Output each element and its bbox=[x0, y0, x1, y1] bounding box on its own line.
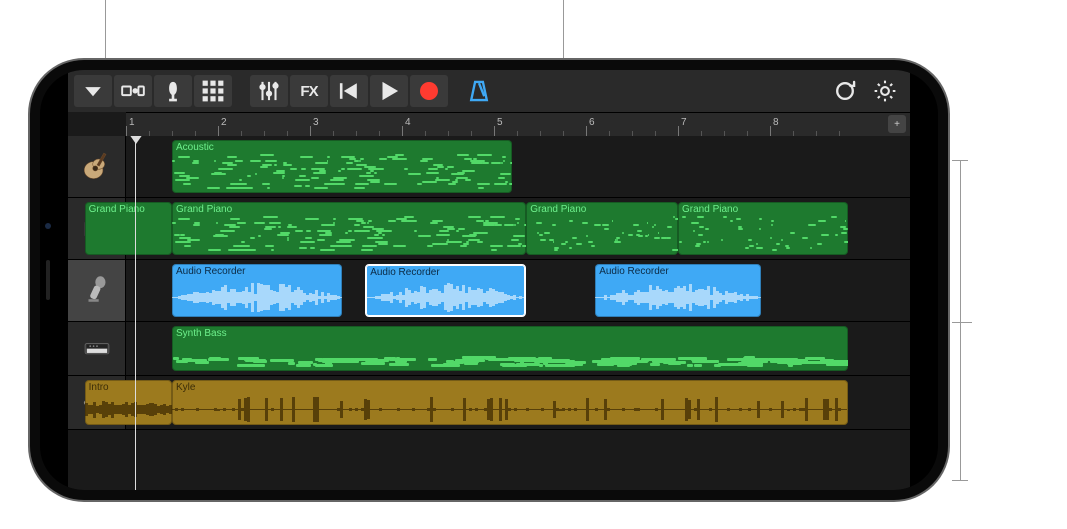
region[interactable]: Acoustic bbox=[172, 140, 512, 193]
control-bar: FX bbox=[68, 70, 910, 112]
track-row[interactable]: Synth Bass bbox=[68, 322, 910, 376]
region-label: Synth Bass bbox=[176, 328, 227, 339]
region[interactable]: Audio Recorder bbox=[172, 264, 342, 317]
loop-button[interactable] bbox=[826, 75, 864, 107]
track-lane[interactable]: Audio Recorder Audio Recorder Audio Record… bbox=[126, 260, 910, 321]
region-label: Audio Recorder bbox=[370, 267, 439, 278]
play-button[interactable] bbox=[370, 75, 408, 107]
callout-right-bot bbox=[952, 480, 968, 481]
region[interactable]: Audio Recorder bbox=[595, 264, 761, 317]
region-label: Kyle bbox=[176, 382, 195, 393]
region-label: Grand Piano bbox=[530, 204, 586, 215]
region-label: Grand Piano bbox=[176, 204, 232, 215]
region-label: Grand Piano bbox=[682, 204, 738, 215]
track-header-synth[interactable] bbox=[68, 322, 126, 375]
callout-right-upper bbox=[960, 160, 961, 322]
rewind-button[interactable] bbox=[330, 75, 368, 107]
track-lane[interactable]: Synth Bass bbox=[126, 322, 910, 375]
region-label: Audio Recorder bbox=[176, 266, 245, 277]
track-header-mic[interactable] bbox=[68, 260, 126, 321]
track-row[interactable]: Grand Piano Grand Piano Grand Piano Grand P… bbox=[68, 198, 910, 260]
region[interactable]: Grand Piano bbox=[172, 202, 526, 255]
zoom-in-button[interactable]: + bbox=[888, 115, 906, 133]
callout-right-lower bbox=[960, 322, 961, 480]
fx-button[interactable]: FX bbox=[290, 75, 328, 107]
region-label: Intro bbox=[89, 382, 109, 393]
browser-button[interactable] bbox=[194, 75, 232, 107]
region-label: Audio Recorder bbox=[599, 266, 668, 277]
track-row[interactable]: Audio Recorder Audio Recorder Audio Record… bbox=[68, 260, 910, 322]
region[interactable]: Synth Bass bbox=[172, 326, 848, 371]
app-screen: FX + 12345678 bbox=[68, 70, 910, 490]
metronome-button[interactable] bbox=[460, 75, 498, 107]
callout-right-mid bbox=[952, 322, 972, 323]
tracks-area[interactable]: AcousticGrand PianoGrand PianoGrand Pian… bbox=[68, 136, 910, 490]
track-header-guitar[interactable] bbox=[68, 136, 126, 197]
track-lane[interactable]: Acoustic bbox=[126, 136, 910, 197]
region[interactable]: Kyle bbox=[172, 380, 848, 425]
device-notch bbox=[38, 195, 66, 365]
settings-button[interactable] bbox=[866, 75, 904, 107]
region[interactable]: Grand Piano bbox=[678, 202, 848, 255]
tracks-view-button[interactable] bbox=[114, 75, 152, 107]
device-frame: FX + 12345678 bbox=[30, 60, 948, 500]
track-lane[interactable]: IntroKyle bbox=[126, 376, 910, 429]
track-row[interactable]: Acoustic bbox=[68, 136, 910, 198]
region[interactable]: Intro bbox=[85, 380, 172, 425]
region-label: Acoustic bbox=[176, 142, 214, 153]
region-label: Grand Piano bbox=[89, 204, 145, 215]
mixer-button[interactable] bbox=[250, 75, 288, 107]
view-menu-button[interactable] bbox=[74, 75, 112, 107]
guitar-icon bbox=[80, 148, 114, 185]
callout-right-top bbox=[952, 160, 968, 161]
region[interactable]: Grand Piano bbox=[85, 202, 172, 255]
region[interactable]: Audio Recorder bbox=[365, 264, 526, 317]
synth-icon bbox=[80, 330, 114, 367]
track-lane[interactable]: Grand PianoGrand PianoGrand PianoGrand P… bbox=[126, 198, 910, 259]
record-button[interactable] bbox=[410, 75, 448, 107]
track-row[interactable]: Intro Kyle bbox=[68, 376, 910, 430]
instrument-button[interactable] bbox=[154, 75, 192, 107]
ruler[interactable]: + 12345678 bbox=[126, 112, 910, 136]
mic-icon bbox=[80, 272, 114, 309]
region[interactable]: Grand Piano bbox=[526, 202, 678, 255]
